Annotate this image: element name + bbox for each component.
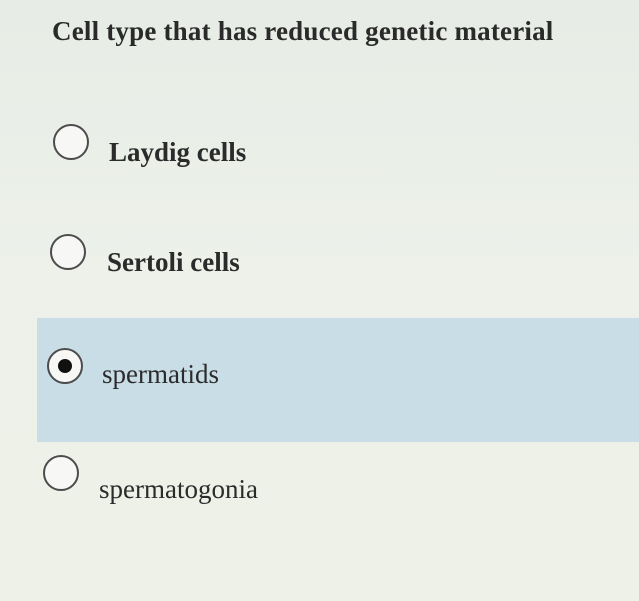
option-spermatids[interactable]: spermatids (37, 318, 639, 442)
radio-button-selected[interactable] (47, 348, 83, 384)
question-panel: Cell type that has reduced genetic mater… (0, 0, 639, 601)
option-sertoli-cells[interactable]: Sertoli cells (0, 213, 639, 313)
option-label: Sertoli cells (107, 247, 240, 277)
radio-button[interactable] (50, 234, 86, 270)
option-spermatogonia[interactable]: spermatogonia (0, 440, 639, 540)
option-label: spermatogonia (99, 474, 258, 504)
option-laydig-cells[interactable]: Laydig cells (0, 105, 639, 205)
radio-button[interactable] (53, 124, 89, 160)
radio-button[interactable] (43, 455, 79, 491)
question-text: Cell type that has reduced genetic mater… (52, 16, 554, 46)
option-label: Laydig cells (109, 137, 247, 167)
option-label: spermatids (102, 359, 219, 389)
